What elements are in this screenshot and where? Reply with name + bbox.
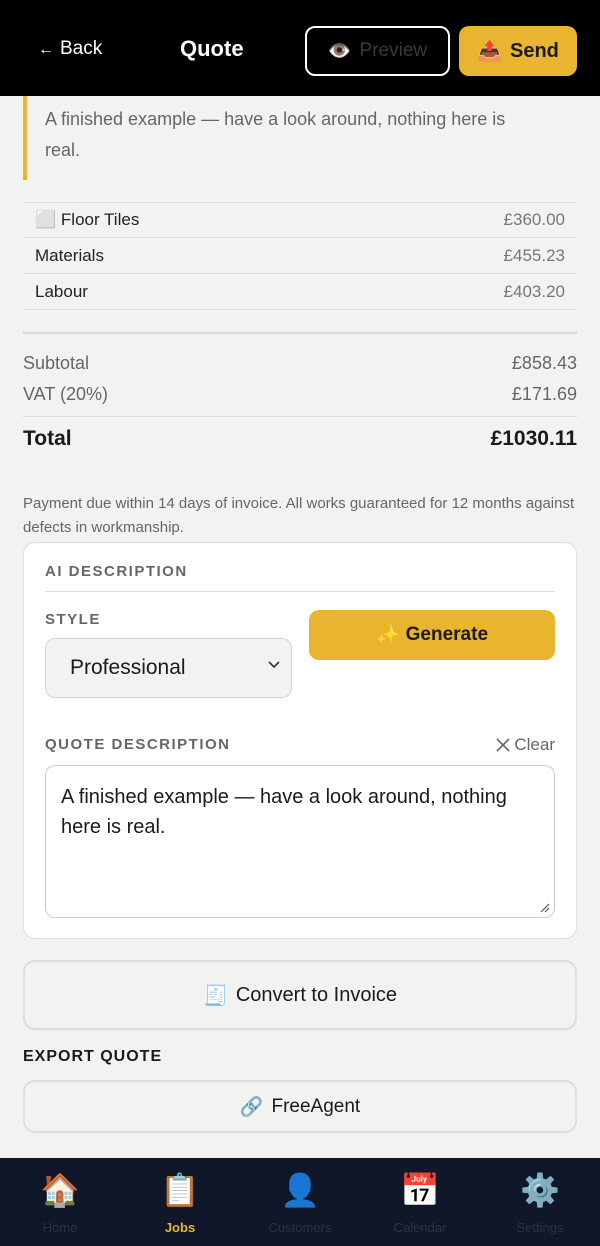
gear-icon: ⚙️ <box>520 1172 560 1208</box>
vat-value: £171.69 <box>511 384 577 404</box>
item-amount: £403.20 <box>503 281 565 301</box>
nav-label: Settings <box>516 1220 564 1235</box>
payment-terms: Payment due within 14 days of invoice. A… <box>23 495 575 536</box>
bottom-nav: 🏠 Home 📋 Jobs 👤 Customers 📅 Calendar ⚙️ … <box>0 1158 600 1246</box>
export-heading: EXPORT QUOTE <box>23 1048 163 1065</box>
nav-item-calendar[interactable]: 📅 Calendar <box>360 1158 480 1246</box>
table-row[interactable]: Materials £455.23 <box>23 238 577 274</box>
nav-label: Jobs <box>164 1220 196 1235</box>
table-row[interactable]: ⬜ Floor Tiles £360.00 <box>23 202 577 238</box>
send-label: Send <box>510 39 559 62</box>
nav-item-settings[interactable]: ⚙️ Settings <box>480 1158 600 1246</box>
subtotal-value: £858.43 <box>511 353 577 373</box>
page-title: Quote <box>180 36 244 61</box>
nav-label: Customers <box>268 1220 332 1235</box>
back-button[interactable]: ← Back <box>38 38 102 60</box>
example-note: A finished example — have a look around,… <box>23 96 563 180</box>
convert-to-invoice-button[interactable]: 🧾 Convert to Invoice <box>23 960 577 1030</box>
card-heading: AI DESCRIPTION <box>45 563 188 580</box>
freeagent-label: FreeAgent <box>271 1095 361 1117</box>
preview-label: Preview <box>359 40 428 61</box>
subtotal-label: Subtotal <box>23 353 90 373</box>
item-name: ⬜ Floor Tiles <box>35 210 140 229</box>
description-text: A finished example — have a look around,… <box>61 786 507 838</box>
freeagent-button[interactable]: 🔗 FreeAgent <box>23 1080 577 1133</box>
convert-label: Convert to Invoice <box>235 983 398 1006</box>
eye-icon: 👁️ <box>327 41 352 62</box>
vat-row: VAT (20%) £171.69 <box>23 379 577 410</box>
item-amount: £455.23 <box>503 245 565 265</box>
resize-handle-icon[interactable] <box>538 901 550 913</box>
style-select[interactable]: Professional <box>45 638 292 698</box>
vat-label: VAT (20%) <box>23 384 109 404</box>
send-button[interactable]: 📤 Send <box>459 26 577 76</box>
clear-label: Clear <box>514 735 555 754</box>
back-arrow-icon: ← <box>38 41 54 58</box>
clear-button[interactable]: Clear <box>496 735 555 755</box>
total-row: Total £1030.11 <box>23 425 577 453</box>
nav-item-customers[interactable]: 👤 Customers <box>240 1158 360 1246</box>
table-row[interactable]: Labour £403.20 <box>23 274 577 310</box>
divider <box>45 591 555 592</box>
description-label: QUOTE DESCRIPTION <box>45 736 231 753</box>
item-name: Materials <box>35 245 104 265</box>
style-label: STYLE <box>45 611 101 628</box>
chevron-down-icon <box>268 661 280 669</box>
nav-item-jobs[interactable]: 📋 Jobs <box>120 1158 240 1246</box>
divider <box>23 332 577 334</box>
style-value: Professional <box>70 656 186 679</box>
item-name: Labour <box>35 281 88 301</box>
calendar-icon: 📅 <box>400 1172 440 1208</box>
description-textarea[interactable]: A finished example — have a look around,… <box>45 765 555 918</box>
link-icon: 🔗 <box>239 1096 264 1118</box>
person-icon: 👤 <box>280 1172 320 1208</box>
home-icon: 🏠 <box>40 1172 80 1208</box>
preview-button[interactable]: 👁️ Preview <box>305 26 450 76</box>
nav-label: Calendar <box>393 1220 447 1235</box>
totals-section: Subtotal £858.43 VAT (20%) £171.69 Total… <box>23 348 577 453</box>
receipt-icon: 🧾 <box>202 984 228 1007</box>
nav-item-home[interactable]: 🏠 Home <box>0 1158 120 1246</box>
item-amount: £360.00 <box>503 210 565 229</box>
line-items-table: ⬜ Floor Tiles £360.00 Materials £455.23 … <box>23 202 577 310</box>
subtotal-row: Subtotal £858.43 <box>23 348 577 379</box>
sparkles-icon: ✨ <box>375 625 400 646</box>
back-label: Back <box>60 38 103 59</box>
outbox-icon: 📤 <box>477 40 502 63</box>
generate-button[interactable]: ✨ Generate <box>309 610 555 660</box>
tile-icon: ⬜ <box>35 210 57 229</box>
divider <box>23 416 577 417</box>
top-header: ← Back Quote 👁️ Preview 📤 Send <box>0 0 600 96</box>
total-value: £1030.11 <box>490 427 577 450</box>
total-label: Total <box>23 427 72 450</box>
nav-label: Home <box>42 1220 78 1235</box>
generate-label: Generate <box>405 624 489 645</box>
clipboard-icon: 📋 <box>160 1172 200 1208</box>
close-icon <box>496 738 510 752</box>
ai-description-card: AI DESCRIPTION STYLE Professional ✨ Gene… <box>23 542 577 939</box>
